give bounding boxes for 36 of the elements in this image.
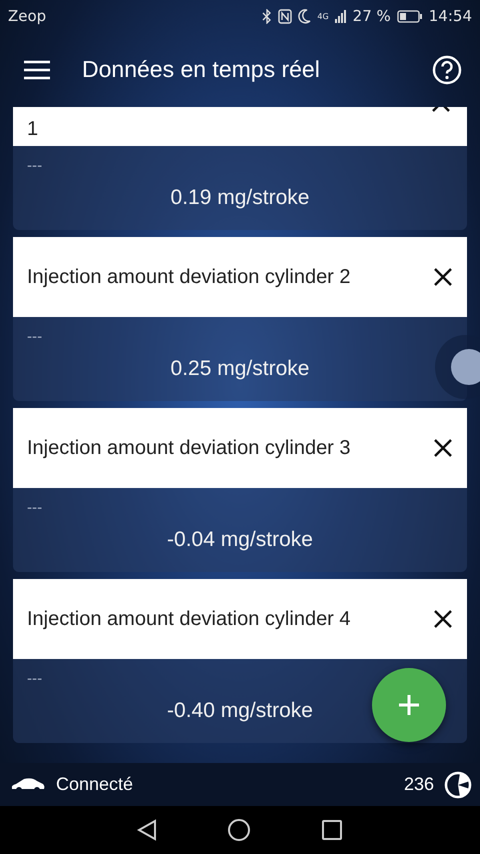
parameter-name: Injection amount deviation cylinder 4 — [27, 607, 352, 632]
screen-title: Données en temps réel — [82, 56, 321, 83]
network-label: 4G — [317, 12, 329, 20]
carrier-name: Zeop — [8, 7, 46, 25]
moon-icon — [298, 8, 312, 24]
menu-icon — [24, 60, 50, 80]
home-button[interactable] — [227, 818, 251, 842]
recents-button[interactable] — [321, 819, 343, 841]
nfc-icon — [278, 8, 292, 24]
parameter-value: 0.25 mg/stroke — [170, 357, 310, 381]
help-button[interactable] — [432, 54, 462, 84]
clock-time: 14:54 — [428, 7, 472, 25]
placeholder-text: --- — [27, 158, 42, 174]
recents-icon — [321, 819, 343, 841]
battery-icon — [396, 10, 423, 22]
placeholder-text: --- — [27, 671, 42, 687]
placeholder-text: --- — [27, 500, 42, 516]
counter-value: 236 — [404, 774, 434, 795]
help-icon — [432, 54, 462, 84]
parameter-value: -0.40 mg/stroke — [167, 699, 313, 723]
back-icon — [137, 819, 157, 841]
plus-icon — [398, 694, 420, 716]
parameter-value: 0.19 mg/stroke — [170, 186, 310, 210]
signal-icon — [334, 9, 347, 23]
bluetooth-icon — [262, 8, 272, 24]
parameter-name: Injection amount deviation cylinder 3 — [27, 436, 352, 461]
placeholder-text: --- — [27, 329, 42, 345]
menu-button[interactable] — [24, 60, 50, 80]
parameter-value: -0.04 mg/stroke — [167, 528, 313, 552]
back-button[interactable] — [137, 819, 157, 841]
gauge-icon — [444, 770, 472, 798]
parameter-name: 1 — [27, 117, 40, 142]
parameter-name: Injection amount deviation cylinder 2 — [27, 265, 352, 290]
home-icon — [227, 818, 251, 842]
connection-status: Connecté — [56, 774, 134, 795]
battery-percent: 27 % — [352, 7, 391, 25]
